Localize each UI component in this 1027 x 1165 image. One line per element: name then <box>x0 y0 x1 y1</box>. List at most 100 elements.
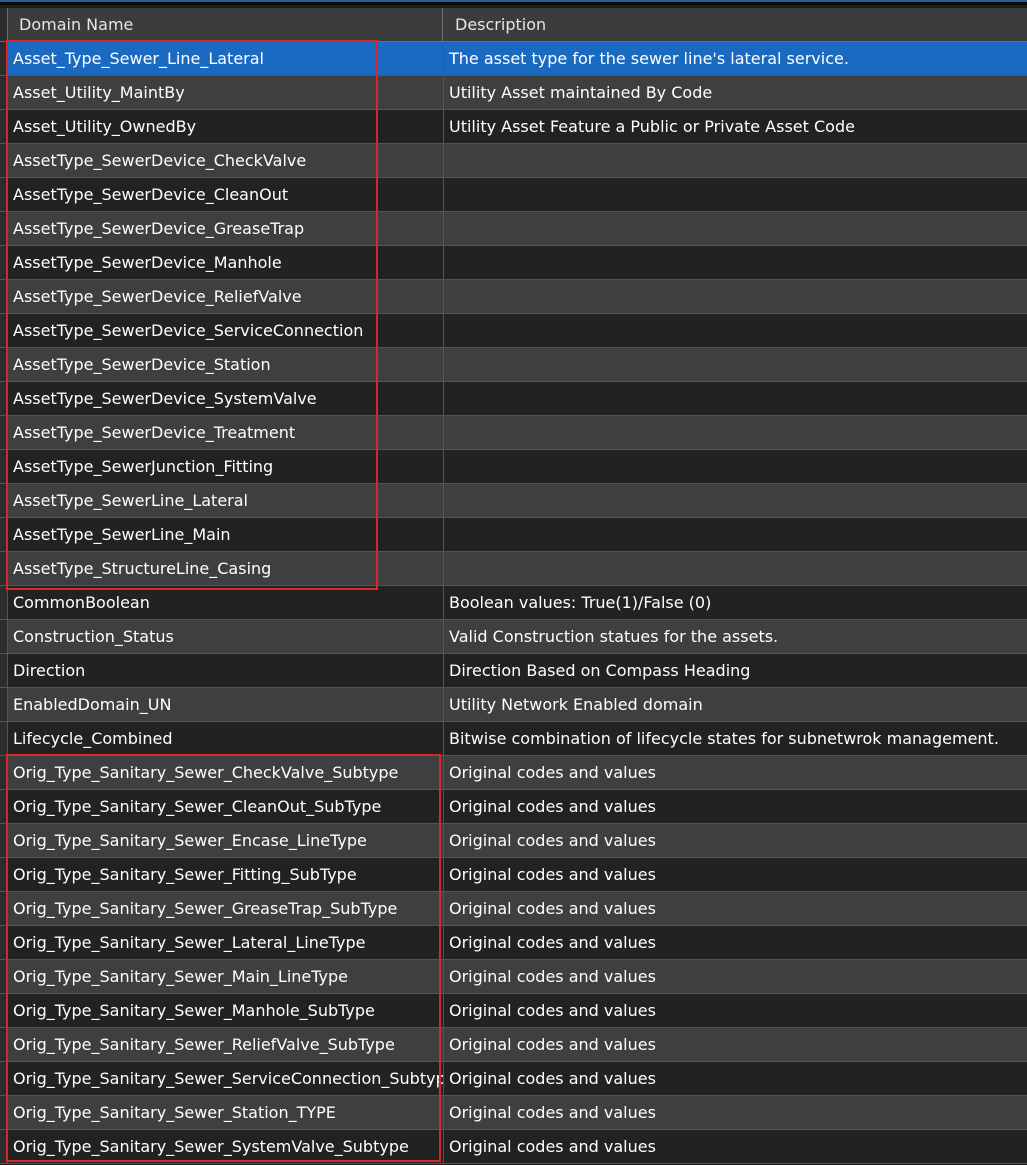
table-row[interactable]: AssetType_SewerDevice_SystemValve <box>0 382 1027 416</box>
row-selector[interactable] <box>0 620 8 653</box>
cell-domain-name[interactable]: Orig_Type_Sanitary_Sewer_GreaseTrap_SubT… <box>8 892 444 925</box>
row-selector[interactable] <box>0 42 8 75</box>
cell-domain-name[interactable]: Construction_Status <box>8 620 444 653</box>
row-selector[interactable] <box>0 654 8 687</box>
table-row[interactable]: CommonBoolean Boolean values: True(1)/Fal… <box>0 586 1027 620</box>
cell-domain-name[interactable]: Orig_Type_Sanitary_Sewer_Main_LineType <box>8 960 444 993</box>
row-selector[interactable] <box>0 518 8 551</box>
row-selector[interactable] <box>0 722 8 755</box>
row-selector[interactable] <box>0 1028 8 1061</box>
cell-domain-name[interactable]: EnabledDomain_UN <box>8 688 444 721</box>
cell-domain-name[interactable]: Orig_Type_Sanitary_Sewer_Fitting_SubType <box>8 858 444 891</box>
table-row[interactable]: AssetType_StructureLine_Casing <box>0 552 1027 586</box>
cell-description[interactable]: The asset type for the sewer line's late… <box>444 42 1027 75</box>
cell-domain-name[interactable]: Orig_Type_Sanitary_Sewer_ServiceConnecti… <box>8 1062 444 1095</box>
table-row[interactable]: AssetType_SewerLine_Lateral <box>0 484 1027 518</box>
table-row[interactable]: Asset_Utility_OwnedBy Utility Asset Featu… <box>0 110 1027 144</box>
cell-description[interactable] <box>444 450 1027 483</box>
row-selector[interactable] <box>0 144 8 177</box>
cell-description[interactable] <box>444 348 1027 381</box>
table-row[interactable]: AssetType_SewerDevice_CheckValve <box>0 144 1027 178</box>
cell-description[interactable]: Original codes and values <box>444 1028 1027 1061</box>
cell-description[interactable]: Original codes and values <box>444 960 1027 993</box>
cell-description[interactable]: Valid Construction statues for the asset… <box>444 620 1027 653</box>
cell-description[interactable]: Original codes and values <box>444 858 1027 891</box>
cell-description[interactable] <box>444 178 1027 211</box>
table-row[interactable]: AssetType_SewerDevice_Manhole <box>0 246 1027 280</box>
row-selector[interactable] <box>0 416 8 449</box>
row-selector[interactable] <box>0 586 8 619</box>
cell-description[interactable] <box>444 552 1027 585</box>
table-row[interactable]: AssetType_SewerDevice_CleanOut <box>0 178 1027 212</box>
cell-domain-name[interactable]: Asset_Type_Sewer_Line_Lateral <box>8 42 444 75</box>
cell-domain-name[interactable]: Orig_Type_Sanitary_Sewer_Encase_LineType <box>8 824 444 857</box>
cell-domain-name[interactable]: AssetType_SewerJunction_Fitting <box>8 450 444 483</box>
cell-domain-name[interactable]: Orig_Type_Sanitary_Sewer_Manhole_SubType <box>8 994 444 1027</box>
cell-description[interactable]: Original codes and values <box>444 824 1027 857</box>
row-selector[interactable] <box>0 484 8 517</box>
cell-description[interactable] <box>444 518 1027 551</box>
cell-description[interactable]: Boolean values: True(1)/False (0) <box>444 586 1027 619</box>
row-selector[interactable] <box>0 382 8 415</box>
cell-description[interactable]: Original codes and values <box>444 926 1027 959</box>
table-row[interactable]: Construction_Status Valid Construction st… <box>0 620 1027 654</box>
cell-description[interactable] <box>444 144 1027 177</box>
cell-description[interactable]: Original codes and values <box>444 756 1027 789</box>
row-selector[interactable] <box>0 178 8 211</box>
table-row[interactable]: Direction Direction Based on Compass Head… <box>0 654 1027 688</box>
row-selector[interactable] <box>0 858 8 891</box>
cell-description[interactable]: Utility Asset Feature a Public or Privat… <box>444 110 1027 143</box>
cell-domain-name[interactable]: Lifecycle_Combined <box>8 722 444 755</box>
table-row[interactable]: EnabledDomain_UN Utility Network Enabled … <box>0 688 1027 722</box>
row-selector[interactable] <box>0 1062 8 1095</box>
cell-description[interactable]: Original codes and values <box>444 892 1027 925</box>
cell-domain-name[interactable]: Direction <box>8 654 444 687</box>
row-selector[interactable] <box>0 76 8 109</box>
row-selector[interactable] <box>0 790 8 823</box>
cell-description[interactable] <box>444 416 1027 449</box>
row-selector[interactable] <box>0 212 8 245</box>
table-row[interactable]: Orig_Type_Sanitary_Sewer_SystemValve_Sub… <box>0 1130 1027 1164</box>
cell-description[interactable] <box>444 382 1027 415</box>
cell-domain-name[interactable]: CommonBoolean <box>8 586 444 619</box>
cell-description[interactable]: Original codes and values <box>444 1096 1027 1129</box>
cell-domain-name[interactable]: AssetType_SewerDevice_Station <box>8 348 444 381</box>
cell-domain-name[interactable]: Orig_Type_Sanitary_Sewer_CleanOut_SubTyp… <box>8 790 444 823</box>
table-row[interactable]: Orig_Type_Sanitary_Sewer_Encase_LineType… <box>0 824 1027 858</box>
cell-domain-name[interactable]: AssetType_SewerDevice_SystemValve <box>8 382 444 415</box>
cell-domain-name[interactable]: Asset_Utility_MaintBy <box>8 76 444 109</box>
cell-domain-name[interactable]: Orig_Type_Sanitary_Sewer_Station_TYPE <box>8 1096 444 1129</box>
table-row[interactable]: Asset_Utility_MaintBy Utility Asset maint… <box>0 76 1027 110</box>
cell-description[interactable]: Original codes and values <box>444 1062 1027 1095</box>
row-selector[interactable] <box>0 824 8 857</box>
cell-domain-name[interactable]: AssetType_SewerDevice_ReliefValve <box>8 280 444 313</box>
cell-description[interactable] <box>444 246 1027 279</box>
cell-domain-name[interactable]: Orig_Type_Sanitary_Sewer_Lateral_LineTyp… <box>8 926 444 959</box>
row-selector[interactable] <box>0 110 8 143</box>
table-row[interactable]: AssetType_SewerDevice_ReliefValve <box>0 280 1027 314</box>
row-selector[interactable] <box>0 994 8 1027</box>
row-selector[interactable] <box>0 348 8 381</box>
table-row[interactable]: AssetType_SewerDevice_Treatment <box>0 416 1027 450</box>
cell-domain-name[interactable]: AssetType_StructureLine_Casing <box>8 552 444 585</box>
table-row[interactable]: Lifecycle_Combined Bitwise combination of… <box>0 722 1027 756</box>
cell-domain-name[interactable]: AssetType_SewerDevice_ServiceConnection <box>8 314 444 347</box>
row-selector[interactable] <box>0 314 8 347</box>
cell-description[interactable]: Original codes and values <box>444 790 1027 823</box>
cell-description[interactable] <box>444 314 1027 347</box>
table-row[interactable]: Asset_Type_Sewer_Line_Lateral The asset t… <box>0 42 1027 76</box>
row-selector[interactable] <box>0 1096 8 1129</box>
column-header-domain-name[interactable]: Domain Name <box>8 8 443 41</box>
cell-domain-name[interactable]: Asset_Utility_OwnedBy <box>8 110 444 143</box>
table-row[interactable]: Orig_Type_Sanitary_Sewer_Manhole_SubType… <box>0 994 1027 1028</box>
cell-domain-name[interactable]: AssetType_SewerLine_Lateral <box>8 484 444 517</box>
table-row[interactable]: Orig_Type_Sanitary_Sewer_CleanOut_SubTyp… <box>0 790 1027 824</box>
cell-description[interactable] <box>444 212 1027 245</box>
cell-domain-name[interactable]: Orig_Type_Sanitary_Sewer_CheckValve_Subt… <box>8 756 444 789</box>
table-row[interactable]: AssetType_SewerLine_Main <box>0 518 1027 552</box>
cell-description[interactable]: Original codes and values <box>444 994 1027 1027</box>
table-row[interactable]: Orig_Type_Sanitary_Sewer_Lateral_LineTyp… <box>0 926 1027 960</box>
table-row[interactable]: AssetType_SewerDevice_ServiceConnection <box>0 314 1027 348</box>
row-selector[interactable] <box>0 960 8 993</box>
table-row[interactable]: Orig_Type_Sanitary_Sewer_GreaseTrap_SubT… <box>0 892 1027 926</box>
